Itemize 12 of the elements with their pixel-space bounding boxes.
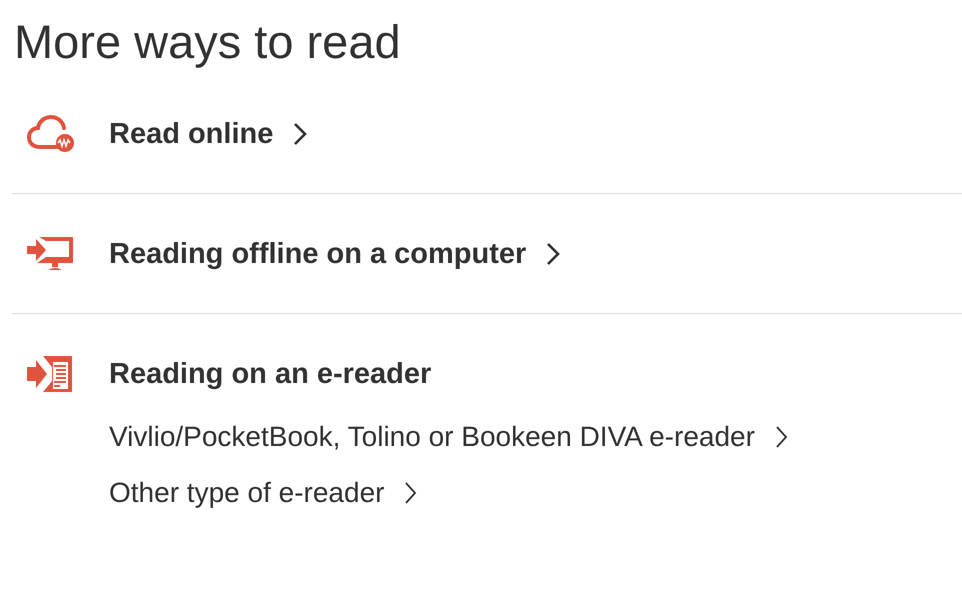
section-title: More ways to read bbox=[14, 14, 402, 70]
chevron-icon bbox=[404, 481, 418, 505]
reader-link[interactable]: Vivlio/PocketBook, Tolino or Bookeen DIVA e-reader bbox=[109, 421, 788, 453]
monitor-icon bbox=[26, 235, 76, 273]
read-option-link[interactable]: Read online bbox=[109, 118, 308, 150]
chevron-icon bbox=[293, 122, 308, 146]
section-heading: Reading on an e-reader bbox=[109, 358, 432, 390]
cloud-icon bbox=[26, 115, 76, 153]
chevron-icon bbox=[546, 242, 560, 266]
read-option-link[interactable]: Reading offline on a computer bbox=[109, 238, 560, 270]
chevron-icon bbox=[774, 425, 788, 449]
reader-link[interactable]: Other type of e-reader bbox=[109, 477, 418, 509]
